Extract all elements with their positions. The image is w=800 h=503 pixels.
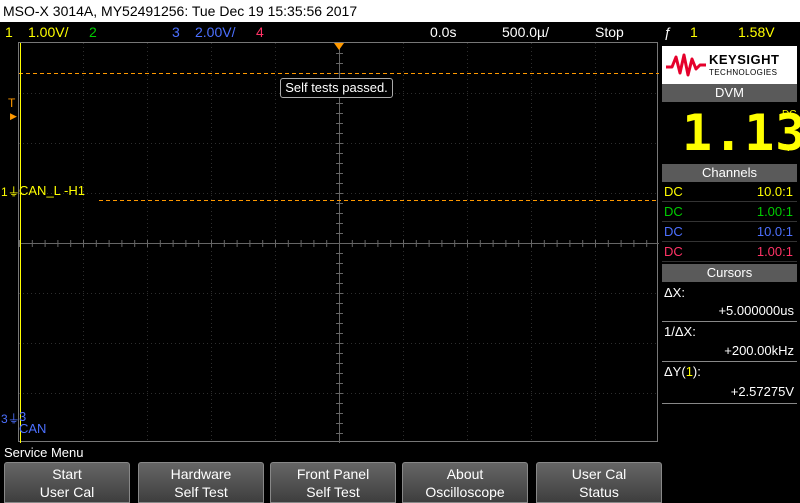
window-title: MSO-X 3014A, MY52491256: Tue Dec 19 15:3… [0, 0, 800, 22]
ch1-probe: 10.0:1 [756, 184, 793, 199]
ch1-ground-marker[interactable]: 1⏚ [1, 186, 20, 198]
trigger-source[interactable]: 1 [690, 22, 698, 42]
waveform-graticule[interactable] [18, 42, 659, 443]
hardware-self-test-button[interactable]: Hardware Self Test [138, 462, 264, 503]
keysight-logo: KEYSIGHT TECHNOLOGIES [662, 46, 797, 84]
softkey-line1: Hardware [170, 466, 232, 482]
cursor-dy-prefix: ΔY( [664, 364, 686, 379]
softkey-empty-slot [672, 462, 796, 503]
channel-row-3[interactable]: DC 10.0:1 [662, 222, 797, 242]
time-offset[interactable]: 0.0s [430, 22, 456, 42]
cursor-divider [662, 321, 797, 322]
cursor-dy-channel: 1 [685, 364, 693, 379]
ch3-scale[interactable]: 2.00V/ [195, 22, 235, 42]
cursor-dx-label: ΔX: [664, 285, 685, 300]
cursor-divider [662, 361, 797, 362]
start-user-cal-button[interactable]: Start User Cal [4, 462, 130, 503]
ch4-coupling: DC [664, 244, 683, 259]
cursor-dy-value[interactable]: +2.57275V [731, 383, 794, 401]
channel-row-1[interactable]: DC 10.0:1 [662, 182, 797, 202]
softkey-line1: Start [52, 466, 82, 482]
cursor-divider [662, 403, 797, 404]
softkey-line2: Status [579, 484, 619, 500]
channel-row-2[interactable]: DC 1.00:1 [662, 202, 797, 222]
softkey-line2: Self Test [306, 484, 360, 500]
softkey-line2: Self Test [174, 484, 228, 500]
grid [19, 43, 659, 443]
cursor-inv-dx-value[interactable]: +200.00kHz [724, 342, 794, 360]
trigger-position-marker[interactable] [334, 43, 344, 50]
sidebar: KEYSIGHT TECHNOLOGIES DVM 1.13 DC V Chan… [659, 42, 800, 442]
menu-title: Service Menu [0, 444, 800, 462]
front-panel-self-test-button[interactable]: Front Panel Self Test [270, 462, 396, 503]
cursor-dx-value[interactable]: +5.000000us [718, 302, 794, 320]
ground-icon: ⏚ [7, 412, 20, 426]
self-test-message: Self tests passed. [280, 78, 393, 98]
ch1-marker-number: 1 [1, 185, 8, 199]
ch2-number[interactable]: 2 [89, 22, 97, 42]
status-bar: 1 1.00V/ 2 3 2.00V/ 4 0.0s 500.0µ/ Stop … [0, 22, 800, 42]
channels-header[interactable]: Channels [662, 164, 797, 182]
time-scale[interactable]: 500.0µ/ [502, 22, 549, 42]
trigger-edge-icon: ƒ [664, 24, 672, 40]
ground-icon: ⏚ [7, 185, 20, 199]
ch1-coupling: DC [664, 184, 683, 199]
keysight-wave-icon [666, 53, 706, 77]
ch1-number[interactable]: 1 [5, 22, 13, 42]
ch4-probe: 1.00:1 [756, 244, 793, 259]
ch3-ground-marker[interactable]: 3⏚ [1, 413, 20, 425]
cursor-dy-suffix: ): [692, 364, 701, 379]
logo-text-technologies: TECHNOLOGIES [709, 68, 778, 77]
ch3-marker-number: 3 [1, 412, 8, 426]
trigger-level-marker[interactable]: T [8, 97, 15, 109]
about-oscilloscope-button[interactable]: About Oscilloscope [402, 462, 528, 503]
ch4-number[interactable]: 4 [256, 22, 264, 42]
ch1-scale[interactable]: 1.00V/ [28, 22, 68, 42]
ch3-probe: 10.0:1 [756, 224, 793, 239]
ch3-label: CAN [19, 421, 47, 436]
cursors-header[interactable]: Cursors [662, 264, 797, 282]
user-cal-status-button[interactable]: User Cal Status [536, 462, 662, 503]
cursor-inv-dx-label: 1/ΔX: [664, 324, 696, 339]
softkey-line1: User Cal [571, 466, 627, 482]
ch1-label: CAN_L -H1 [19, 183, 85, 198]
softkey-line1: Front Panel [296, 466, 370, 482]
run-state[interactable]: Stop [595, 22, 624, 42]
trigger-arrow-icon: ▶ [10, 111, 17, 121]
softkey-line2: User Cal [39, 484, 95, 500]
dvm-header[interactable]: DVM [662, 84, 797, 102]
dvm-unit: V [785, 143, 792, 154]
softkey-line1: About [446, 466, 484, 482]
channel-row-4[interactable]: DC 1.00:1 [662, 242, 797, 262]
cursor-dy-label: ΔY(1): [664, 364, 701, 380]
trigger-level[interactable]: 1.58V [738, 22, 775, 42]
dvm-mode: DC [782, 109, 797, 120]
logo-text-keysight: KEYSIGHT [709, 52, 780, 67]
softkey-line2: Oscilloscope [425, 484, 505, 500]
ch2-coupling: DC [664, 204, 683, 219]
ch3-coupling: DC [664, 224, 683, 239]
ch2-probe: 1.00:1 [756, 204, 793, 219]
dvm-display: 1.13 DC V [662, 103, 800, 163]
ch3-number[interactable]: 3 [172, 22, 180, 42]
